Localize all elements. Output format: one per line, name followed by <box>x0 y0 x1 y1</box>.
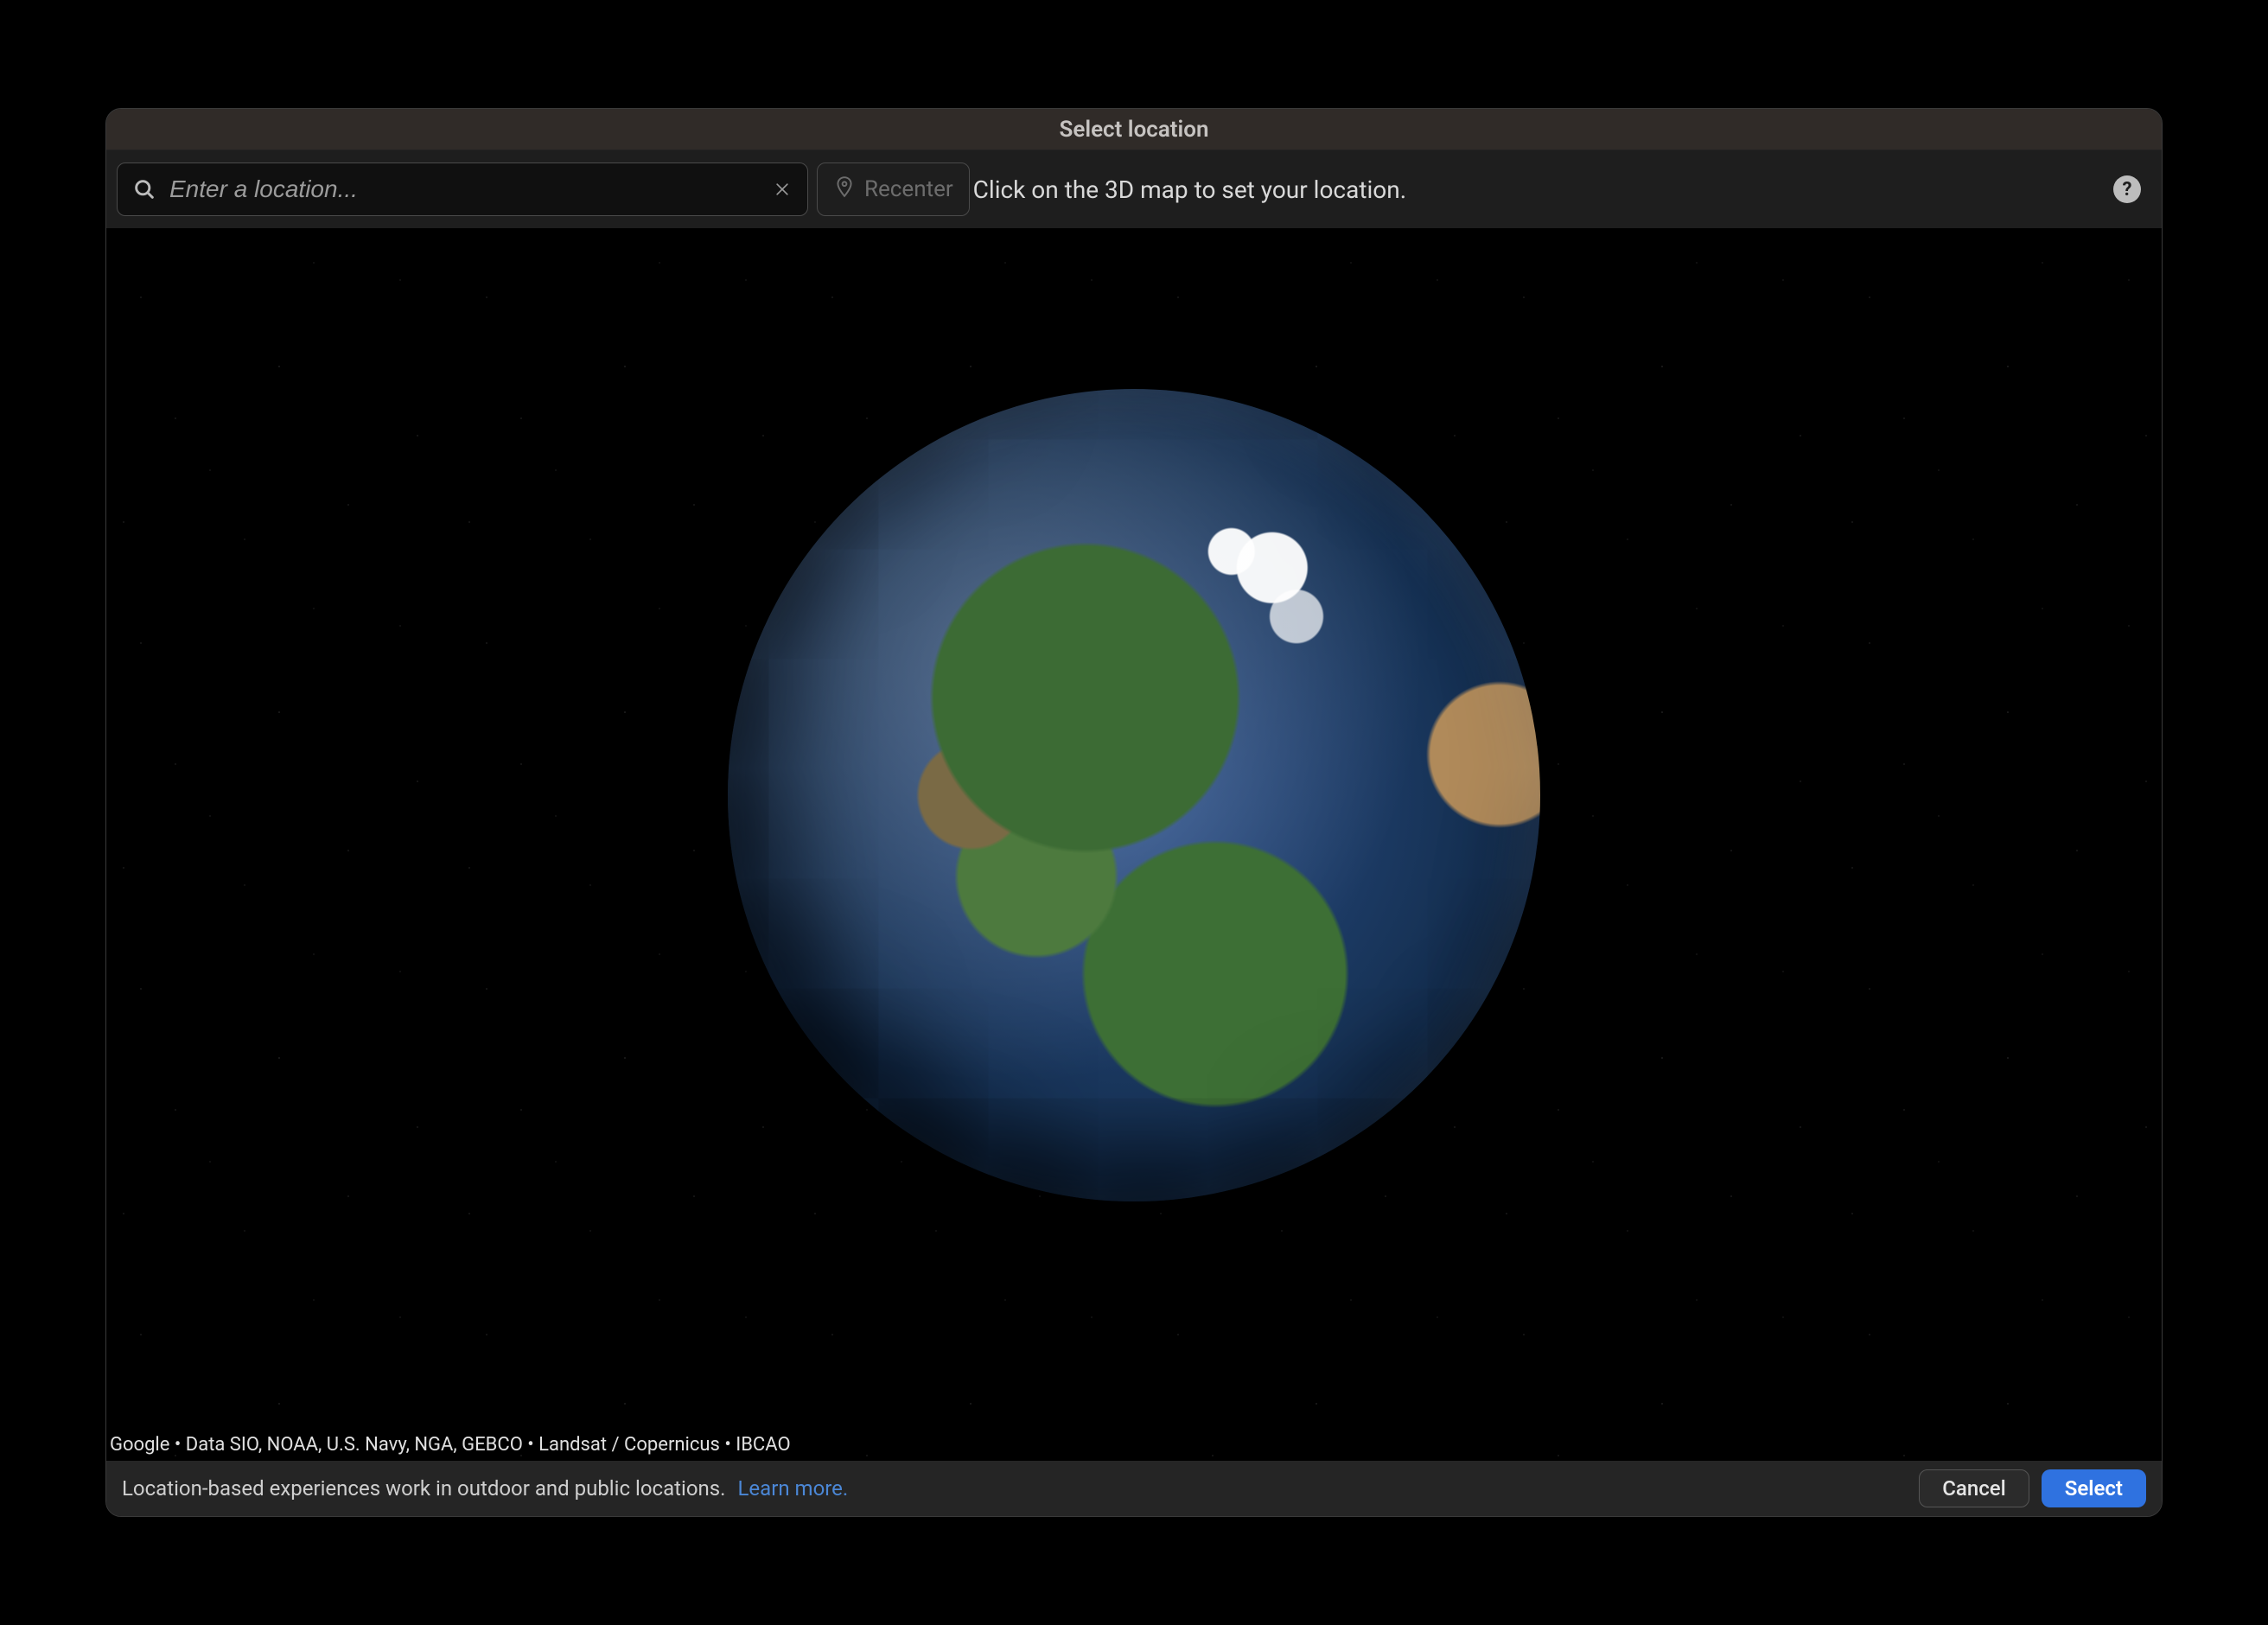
help-button[interactable]: ? <box>2113 175 2141 203</box>
map-attribution: Google • Data SIO, NOAA, U.S. Navy, NGA,… <box>110 1434 791 1456</box>
footer-info-text: Location-based experiences work in outdo… <box>122 1476 725 1501</box>
toolbar: Recenter Click on the 3D map to set your… <box>106 150 2162 228</box>
earth-globe <box>728 389 1540 1201</box>
map-3d-canvas[interactable]: Google • Data SIO, NOAA, U.S. Navy, NGA,… <box>106 228 2162 1461</box>
map-pin-icon <box>833 175 856 204</box>
help-icon: ? <box>2123 179 2132 201</box>
select-label: Select <box>2065 1476 2123 1501</box>
recenter-button[interactable]: Recenter <box>817 162 970 216</box>
search-input[interactable] <box>117 162 808 216</box>
cancel-label: Cancel <box>1942 1476 2005 1501</box>
cancel-button[interactable]: Cancel <box>1919 1469 2029 1507</box>
search-field-wrap <box>117 162 808 216</box>
window-title: Select location <box>1059 117 1208 143</box>
select-location-window: Select location <box>105 108 2163 1517</box>
search-icon <box>132 177 156 201</box>
clear-search-button[interactable] <box>768 175 796 203</box>
footer-bar: Location-based experiences work in outdo… <box>106 1461 2162 1516</box>
learn-more-link[interactable]: Learn more. <box>737 1476 848 1501</box>
recenter-label: Recenter <box>864 176 953 202</box>
select-button[interactable]: Select <box>2042 1469 2146 1507</box>
map-instruction: Click on the 3D map to set your location… <box>973 175 1406 204</box>
window-titlebar: Select location <box>106 109 2162 150</box>
